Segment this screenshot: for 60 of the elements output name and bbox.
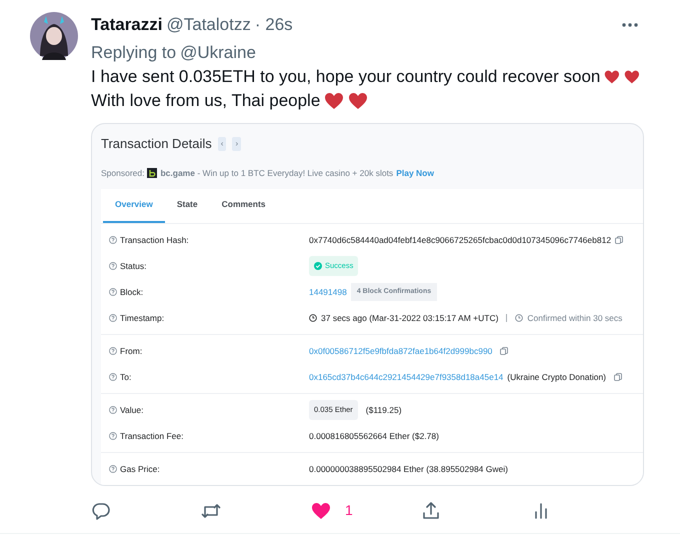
prev-button[interactable]: ‹ — [218, 136, 226, 151]
clock-icon — [515, 314, 524, 322]
user-handle[interactable]: @Tatalotzz — [166, 12, 251, 38]
page-title: Transaction Details — [101, 135, 212, 153]
help-icon — [109, 373, 117, 381]
field-label: Transaction Fee: — [120, 430, 184, 442]
heart-icon — [624, 68, 640, 86]
field-label: From: — [120, 344, 142, 358]
tweet-text: I have sent 0.035ETH to you, hope your country could recover soon — [91, 66, 600, 88]
copy-icon[interactable] — [615, 236, 624, 244]
confirm-note: Confirmed within 30 secs — [527, 312, 622, 324]
help-icon — [109, 236, 117, 244]
address-note: (Ukraine Crypto Donation) — [507, 370, 606, 384]
address-link[interactable]: 0x0f00586712f5e9fbfda872fae1b64f2d999bc990 — [309, 344, 492, 358]
next-button[interactable]: › — [232, 136, 242, 151]
copy-icon[interactable] — [500, 347, 508, 355]
help-icon — [109, 314, 117, 322]
tab[interactable]: Comments — [210, 189, 278, 223]
heart-icon — [324, 92, 344, 110]
user-name[interactable]: Tatarazzi — [91, 12, 162, 38]
avatar — [30, 12, 78, 60]
field-label: Block: — [120, 286, 144, 298]
reply-icon[interactable] — [91, 500, 111, 520]
field-label: Gas Price: — [120, 462, 160, 476]
tab[interactable]: State — [164, 189, 210, 223]
help-icon — [109, 347, 117, 355]
field-value: 0.000816805562664 Ether ($2.78) — [309, 430, 439, 442]
help-icon — [109, 432, 117, 440]
check-icon — [314, 262, 322, 270]
field-value: 0.000000038895502984 Ether (38.895502984 Gwei) — [309, 462, 508, 476]
field-label: Timestamp: — [120, 312, 164, 324]
brand-logo-icon — [147, 168, 158, 178]
address-link[interactable]: 0x165cd37b4c644c2921454429e7f9358d18a45e14 — [309, 370, 504, 384]
like-count: 1 — [345, 501, 353, 520]
field-value: 0x7740d6c584440ad04febf14e8c9066725265fcbac0d0d107345096c7746eb812 — [309, 234, 612, 246]
field-value: 37 secs ago (Mar-31-2022 03:15:17 AM +UTC) — [321, 312, 498, 324]
help-icon — [109, 262, 117, 270]
copy-icon[interactable] — [614, 373, 622, 381]
share-icon[interactable] — [421, 500, 441, 520]
field-label: Status: — [120, 260, 146, 272]
mention-link[interactable]: @Ukraine — [180, 40, 256, 65]
reply-label: Replying to — [91, 42, 176, 64]
help-icon — [109, 406, 117, 414]
like-icon[interactable] — [311, 500, 331, 520]
field-label: Value: — [120, 404, 144, 416]
tweet-text: With love from us, Thai people — [91, 90, 320, 112]
field-label: To: — [120, 370, 132, 384]
heart-icon — [348, 92, 368, 110]
sponsor-text: bc.game - Win up to 1 BTC Everyday! Live casino + 20k slots — [160, 166, 394, 180]
help-icon — [109, 288, 117, 296]
field-label: Transaction Hash: — [120, 234, 189, 246]
heart-icon — [604, 68, 620, 86]
tab[interactable]: Overview — [103, 189, 165, 223]
field-value: ($119.25) — [366, 404, 402, 416]
block-link[interactable]: 14491498 — [309, 286, 347, 298]
clock-icon — [309, 314, 317, 322]
post-time: · 26s — [254, 14, 293, 36]
sponsored-label: Sponsored: — [101, 166, 144, 180]
help-icon — [109, 465, 117, 473]
play-now-link[interactable]: Play Now — [396, 166, 434, 180]
